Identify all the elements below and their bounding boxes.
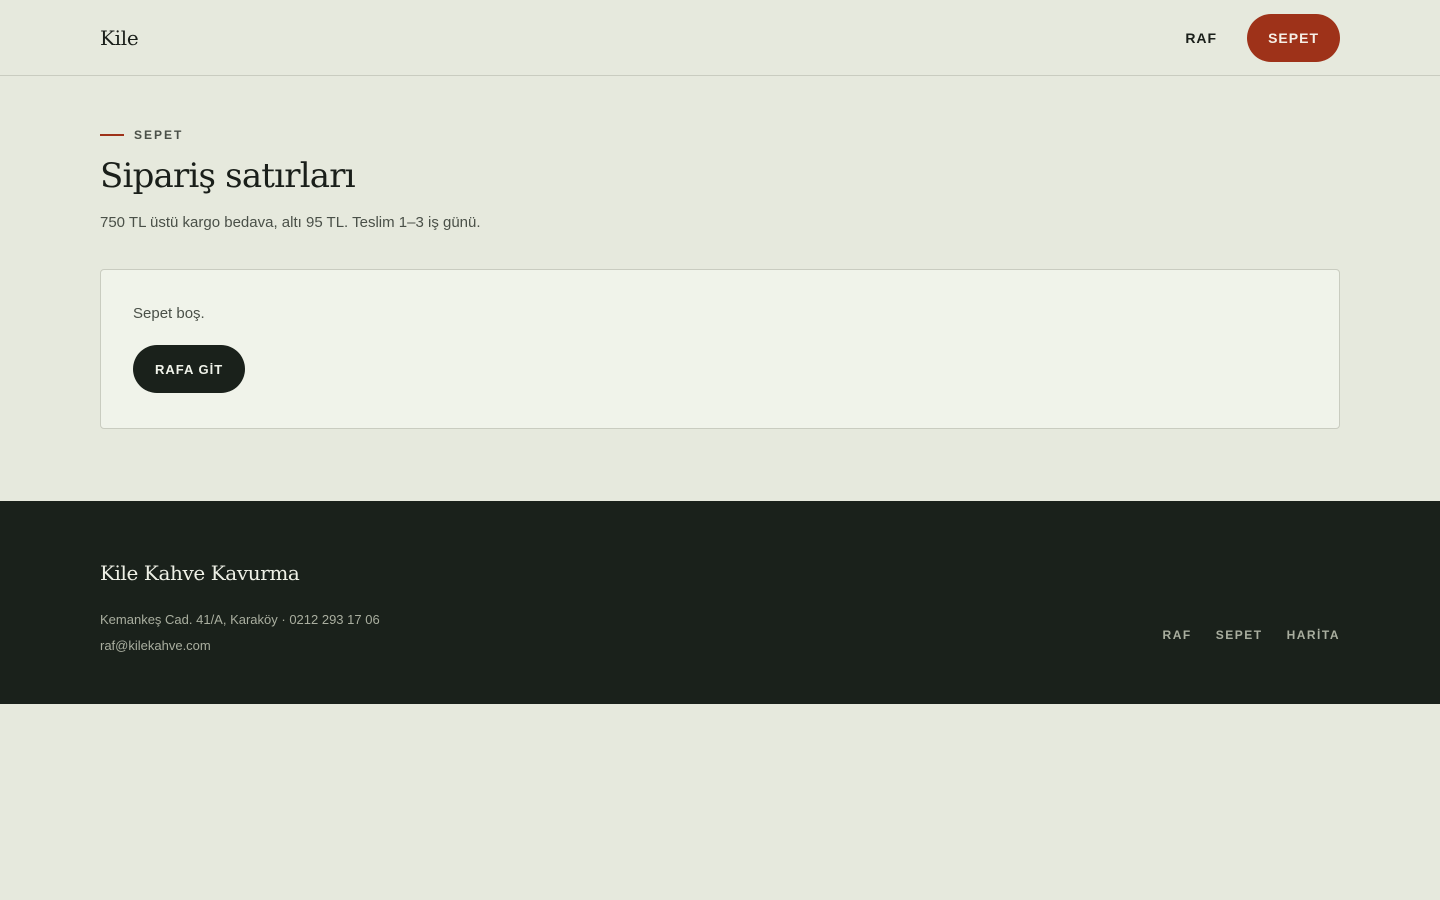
main-nav: RAF SEPET [1185, 13, 1340, 62]
site-header: Kile RAF SEPET [0, 0, 1440, 76]
cart-panel: Sepet boş. RAFA GİT [100, 269, 1340, 429]
eyebrow-label: SEPET [134, 128, 184, 142]
footer-link-map[interactable]: HARİTA [1287, 628, 1340, 642]
footer-link-cart[interactable]: SEPET [1216, 628, 1263, 642]
footer-brand: Kile Kahve Kavurma [100, 561, 300, 585]
main-content: SEPET Sipariş satırları 750 TL üstü karg… [0, 76, 1440, 501]
logo[interactable]: Kile [100, 26, 139, 50]
nav-link-shelf[interactable]: RAF [1185, 30, 1217, 46]
eyebrow: SEPET [100, 128, 1340, 142]
footer-link-shelf[interactable]: RAF [1163, 628, 1192, 642]
footer-info-block: Kile Kahve Kavurma Kemankeş Cad. 41/A, K… [100, 561, 380, 704]
empty-cart-message: Sepet boş. [133, 305, 205, 322]
footer-nav: RAF SEPET HARİTA [1163, 628, 1340, 642]
go-to-shelf-button[interactable]: RAFA GİT [133, 345, 246, 393]
shipping-note: 750 TL üstü kargo bedava, altı 95 TL. Te… [100, 214, 481, 231]
nav-cart-button[interactable]: SEPET [1247, 13, 1340, 62]
footer-address: Kemankeş Cad. 41/A, Karaköy · 0212 293 1… [100, 612, 380, 627]
footer-email[interactable]: raf@kilekahve.com [100, 633, 380, 659]
page-title: Sipariş satırları [100, 156, 356, 196]
site-footer: Kile Kahve Kavurma Kemankeş Cad. 41/A, K… [0, 501, 1440, 704]
eyebrow-divider [100, 134, 124, 136]
